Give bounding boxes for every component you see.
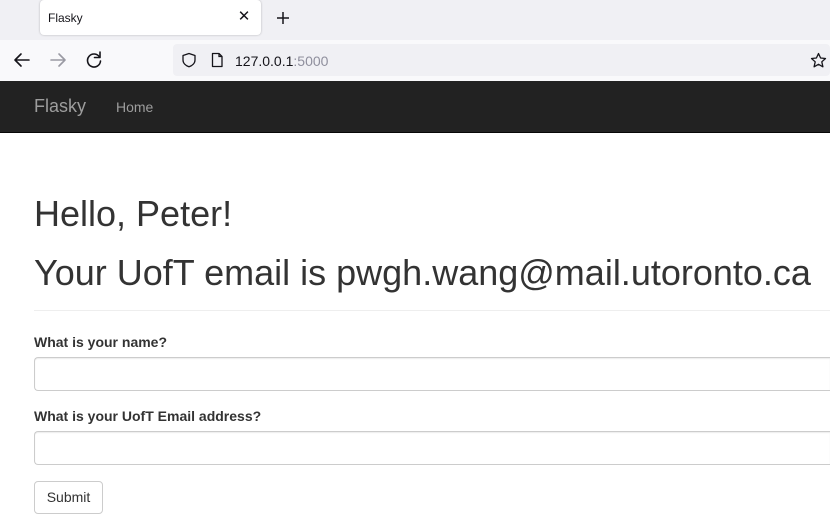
browser-toolbar: 127.0.0.1:5000 bbox=[0, 40, 830, 82]
reload-icon[interactable] bbox=[83, 49, 105, 71]
site-navbar: Flasky Home bbox=[0, 81, 830, 133]
forward-arrow-icon[interactable] bbox=[47, 49, 69, 71]
email-field-label: What is your UofT Email address? bbox=[34, 408, 262, 424]
shield-icon[interactable] bbox=[181, 52, 197, 68]
url-bar[interactable]: 127.0.0.1:5000 bbox=[173, 44, 830, 76]
tab-title: Flasky bbox=[48, 11, 83, 25]
browser-tab[interactable]: Flasky ✕ bbox=[40, 0, 261, 35]
navbar-brand[interactable]: Flasky bbox=[34, 96, 86, 117]
url-host: 127.0.0.1 bbox=[235, 53, 294, 69]
page-icon[interactable] bbox=[209, 52, 225, 68]
star-icon[interactable] bbox=[810, 52, 827, 69]
close-icon[interactable]: ✕ bbox=[235, 8, 253, 26]
nav-link-home[interactable]: Home bbox=[116, 99, 153, 115]
back-arrow-icon[interactable] bbox=[11, 49, 33, 71]
header-divider bbox=[34, 310, 830, 311]
email-heading: Your UofT email is pwgh.wang@mail.utoron… bbox=[34, 252, 811, 293]
name-input[interactable] bbox=[34, 357, 830, 391]
browser-tab-strip: Flasky ✕ bbox=[0, 0, 830, 40]
submit-button[interactable]: Submit bbox=[34, 481, 103, 514]
url-port: :5000 bbox=[293, 53, 329, 69]
name-field-label: What is your name? bbox=[34, 334, 168, 350]
email-input[interactable] bbox=[34, 431, 830, 465]
greeting-heading: Hello, Peter! bbox=[34, 193, 233, 234]
plus-icon[interactable] bbox=[273, 8, 293, 28]
url-text[interactable]: 127.0.0.1:5000 bbox=[235, 53, 328, 69]
